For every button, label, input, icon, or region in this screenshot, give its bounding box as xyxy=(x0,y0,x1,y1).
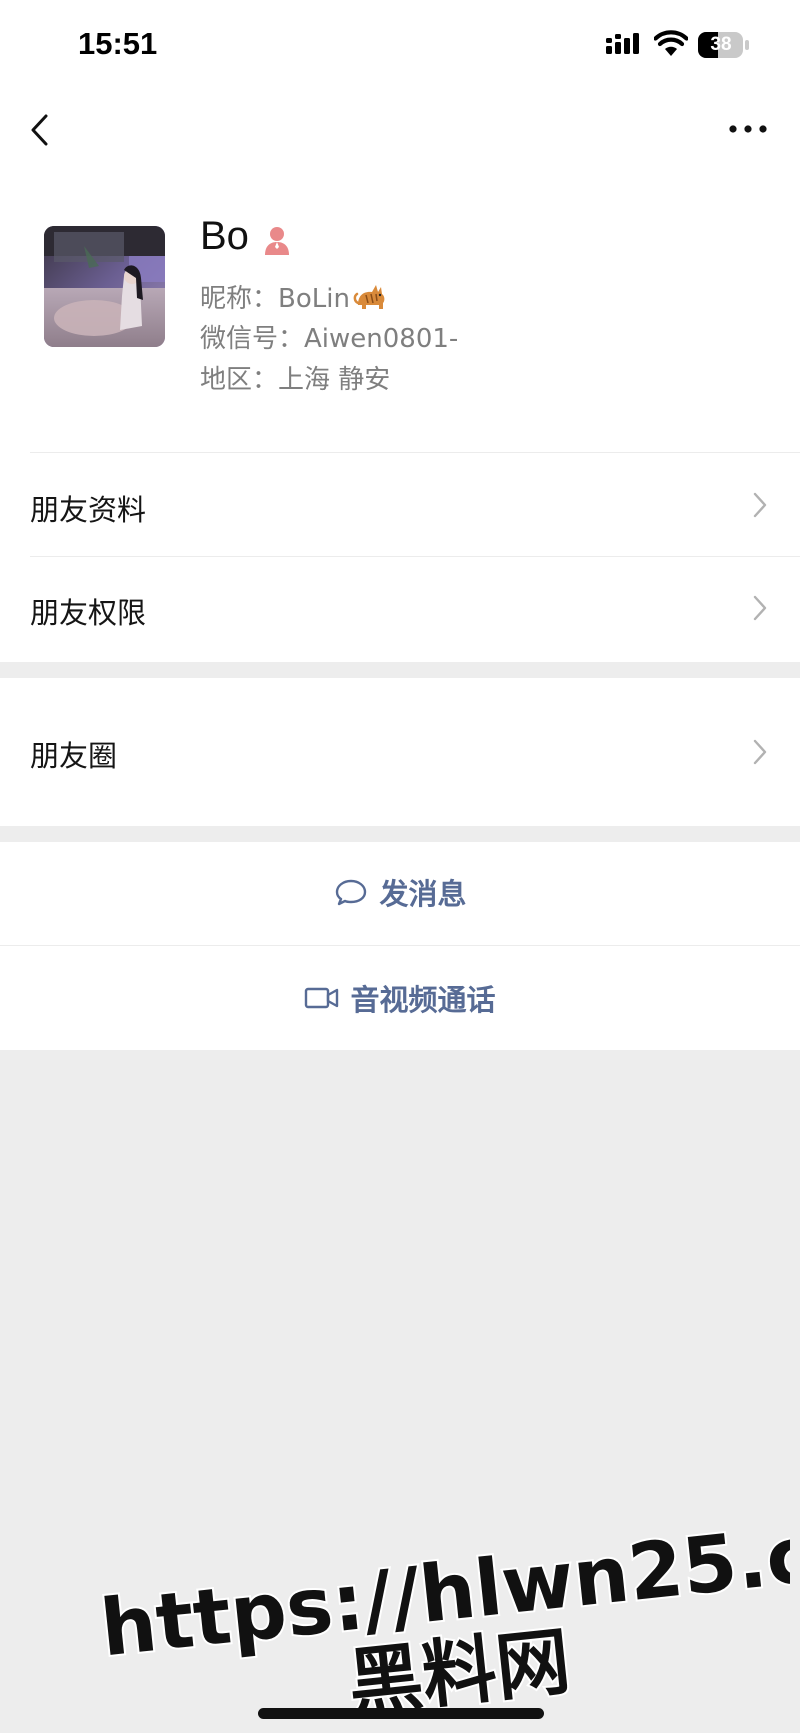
region-row: 地区：上海 静安 xyxy=(200,359,390,396)
chevron-right-icon xyxy=(753,739,767,765)
avatar-image xyxy=(44,226,165,347)
status-time: 15:51 xyxy=(78,26,158,61)
watermark: https://hlwn25.com 黑料网 xyxy=(95,1500,790,1729)
chevron-left-icon[interactable] xyxy=(26,108,56,152)
divider xyxy=(30,452,800,453)
nickname-value: BoLin xyxy=(278,284,350,314)
video-call-label: 音视频通话 xyxy=(350,983,496,1017)
section-gap xyxy=(0,826,800,842)
list-item-friend-info[interactable]: 朋友资料 xyxy=(0,455,800,555)
chat-bubble-icon xyxy=(336,879,367,906)
female-icon xyxy=(265,227,289,255)
list-item-label: 朋友资料 xyxy=(30,493,147,527)
video-call-button[interactable]: 音视频通话 xyxy=(0,948,800,1048)
cat-icon xyxy=(353,285,385,309)
send-message-button[interactable]: 发消息 xyxy=(0,842,800,942)
divider xyxy=(0,945,800,946)
wechat-id-value: Aiwen0801- xyxy=(304,324,459,354)
list-item-label: 朋友圈 xyxy=(30,739,118,773)
list-item-label: 朋友权限 xyxy=(30,596,147,630)
more-dots-icon[interactable] xyxy=(728,120,768,138)
chevron-right-icon xyxy=(753,492,767,518)
profile-name: Bo xyxy=(200,214,249,258)
home-indicator[interactable] xyxy=(258,1708,544,1719)
battery-level: 38 xyxy=(710,34,732,55)
video-camera-icon xyxy=(305,987,339,1009)
region-value: 上海 静安 xyxy=(278,365,391,395)
nickname-label: 昵称： xyxy=(200,284,279,314)
section-gap xyxy=(0,662,800,678)
signal-icon xyxy=(606,33,639,54)
divider xyxy=(30,556,800,557)
wifi-icon xyxy=(654,30,688,56)
wechat-id-row: 微信号：Aiwen0801- xyxy=(200,318,458,355)
list-item-friend-permissions[interactable]: 朋友权限 xyxy=(0,558,800,658)
send-message-label: 发消息 xyxy=(379,877,467,911)
status-bar: 15:51 38 xyxy=(0,0,800,90)
avatar[interactable] xyxy=(44,226,165,347)
nickname-row: 昵称：BoLin xyxy=(200,278,388,315)
list-item-moments[interactable]: 朋友圈 xyxy=(0,678,800,826)
chevron-right-icon xyxy=(753,595,767,621)
wechat-id-label: 微信号： xyxy=(200,324,305,354)
region-label: 地区： xyxy=(200,365,279,395)
